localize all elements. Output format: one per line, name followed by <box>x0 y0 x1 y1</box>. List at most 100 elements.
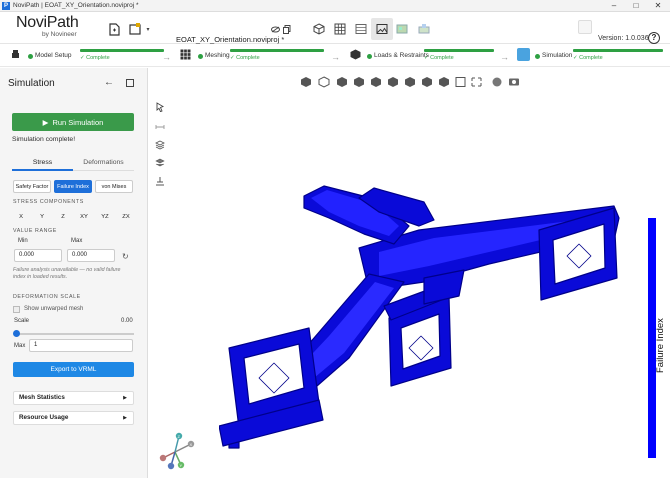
step-status: ✓ Complete <box>573 55 603 61</box>
layout-icon <box>355 24 367 34</box>
step-progress-bar <box>230 49 324 52</box>
fea-model-render[interactable] <box>219 178 639 458</box>
status-dot <box>198 54 203 59</box>
step-arrow: → <box>162 52 171 62</box>
component-x-button[interactable]: X <box>14 211 28 223</box>
step-meshing[interactable]: Meshing ✓ Complete <box>180 45 325 67</box>
step-progress-bar <box>573 49 663 52</box>
image-icon <box>376 24 388 34</box>
step-loads-restraints[interactable]: Loads & Restraints ✓ Complete <box>350 45 495 67</box>
3d-viewport[interactable]: X Z Y Failure Index <box>149 68 670 478</box>
step-label: Loads & Restraints <box>374 52 429 59</box>
back-arrow-icon[interactable]: ← <box>104 77 114 88</box>
file-menu-dropdown[interactable]: ▾ <box>143 18 153 40</box>
play-icon: ▶ <box>42 117 49 127</box>
reset-range-icon[interactable]: ↻ <box>122 252 129 261</box>
sidebar-title: Simulation <box>8 78 55 89</box>
component-y-button[interactable]: Y <box>35 211 49 223</box>
cube-icon <box>313 23 325 35</box>
component-yz-button[interactable]: YZ <box>98 211 112 223</box>
select-cursor-icon[interactable] <box>155 102 165 112</box>
scale-slider-track[interactable] <box>16 333 134 335</box>
step-model-setup[interactable]: Model Setup ✓ Complete <box>10 45 164 67</box>
copy-icon <box>283 24 291 34</box>
component-z-button[interactable]: Z <box>56 211 70 223</box>
iso-view-3-icon <box>439 77 449 87</box>
scale-slider-thumb[interactable] <box>13 330 20 337</box>
loads-view-button[interactable] <box>350 18 372 40</box>
failure-index-button[interactable]: Failure Index <box>54 180 92 193</box>
mesh-icon <box>180 49 191 60</box>
maximize-button[interactable]: □ <box>626 0 646 12</box>
export-vrml-button[interactable]: Export to VRML <box>13 362 134 377</box>
scale-value: 0.00 <box>121 318 133 324</box>
section-plane-icon[interactable] <box>155 158 165 168</box>
max-field-label: Max <box>14 343 26 349</box>
stress-components-heading: STRESS COMPONENTS <box>13 199 84 205</box>
measure-icon[interactable] <box>155 122 165 132</box>
printer-icon <box>12 50 19 58</box>
simulation-status: Simulation complete! <box>12 136 76 143</box>
iso-view-2-icon <box>422 77 432 87</box>
show-unwarped-checkbox[interactable] <box>13 306 20 313</box>
scale-label: Scale <box>14 318 30 324</box>
von-mises-button[interactable]: von Mises <box>95 180 133 193</box>
max-scale-input[interactable]: 1 <box>29 339 133 352</box>
step-arrow: → <box>331 52 340 62</box>
workflow-steps: Model Setup ✓ Complete → Meshing ✓ Compl… <box>0 45 670 67</box>
step-status: ✓ Complete <box>424 55 454 61</box>
top-view-icon <box>354 77 364 87</box>
bottom-view-icon <box>371 77 381 87</box>
save-icon <box>128 23 141 35</box>
run-simulation-button[interactable]: ▶ Run Simulation <box>12 113 134 131</box>
help-icon[interactable]: ? <box>648 32 660 44</box>
min-value-input[interactable]: 0.000 <box>14 249 62 262</box>
safety-factor-button[interactable]: Safety Factor <box>13 180 51 193</box>
logo: NoviPath by Novineer <box>16 14 79 38</box>
deformation-scale-heading: DEFORMATION SCALE <box>13 294 81 300</box>
new-file-button[interactable] <box>103 18 125 40</box>
visibility-toggle[interactable] <box>270 18 280 40</box>
view-toolbar <box>301 76 519 88</box>
results-view-button[interactable] <box>371 18 393 40</box>
tab-deformations[interactable]: Deformations <box>73 157 134 171</box>
front-view-icon <box>318 76 330 88</box>
report-view-button[interactable] <box>391 18 413 40</box>
mesh-view-button[interactable] <box>329 18 351 40</box>
settings-button[interactable] <box>578 20 592 34</box>
version-label: Version: 1.0.036 <box>598 35 649 42</box>
result-tabs: Stress Deformations <box>12 157 134 171</box>
component-xy-button[interactable]: XY <box>77 211 91 223</box>
iso-view-icon <box>301 77 311 87</box>
mesh-statistics-accordion[interactable]: Mesh Statistics ▶ <box>13 391 134 405</box>
step-label: Model Setup <box>35 52 72 59</box>
chevron-right-icon: ▶ <box>123 395 127 401</box>
run-simulation-label: Run Simulation <box>52 117 104 127</box>
close-button[interactable]: ✕ <box>648 0 668 12</box>
simulation-icon <box>517 48 530 61</box>
step-progress-bar <box>424 49 494 52</box>
step-simulation[interactable]: Simulation ✓ Complete <box>517 45 667 67</box>
eye-off-icon <box>270 26 280 32</box>
resource-usage-accordion[interactable]: Resource Usage ▶ <box>13 411 134 425</box>
layers-icon[interactable] <box>155 140 165 150</box>
failure-note: Failure analysis unavailable — no valid … <box>13 267 121 280</box>
window-titlebar: P NoviPath | EOAT_XY_Orientation.novipro… <box>0 0 670 12</box>
model-view-button[interactable] <box>308 18 330 40</box>
chevron-right-icon: ▶ <box>123 415 127 421</box>
max-value-input[interactable]: 0.000 <box>67 249 115 262</box>
step-label: Meshing <box>205 52 230 59</box>
app-icon: P <box>2 2 10 10</box>
axis-triad[interactable]: X Z Y <box>157 432 197 472</box>
step-status: ✓ Complete <box>80 55 110 61</box>
resource-usage-label: Resource Usage <box>19 414 69 421</box>
minimize-button[interactable]: – <box>604 0 624 12</box>
export-view-button[interactable] <box>413 18 435 40</box>
value-range-heading: VALUE RANGE <box>13 228 57 234</box>
dock-panel-icon[interactable] <box>126 79 134 87</box>
copy-path-button[interactable] <box>282 18 292 40</box>
component-zx-button[interactable]: ZX <box>119 211 133 223</box>
probe-icon[interactable] <box>155 176 165 186</box>
window-title: NoviPath | EOAT_XY_Orientation.noviproj … <box>13 2 139 9</box>
tab-stress[interactable]: Stress <box>12 157 73 171</box>
